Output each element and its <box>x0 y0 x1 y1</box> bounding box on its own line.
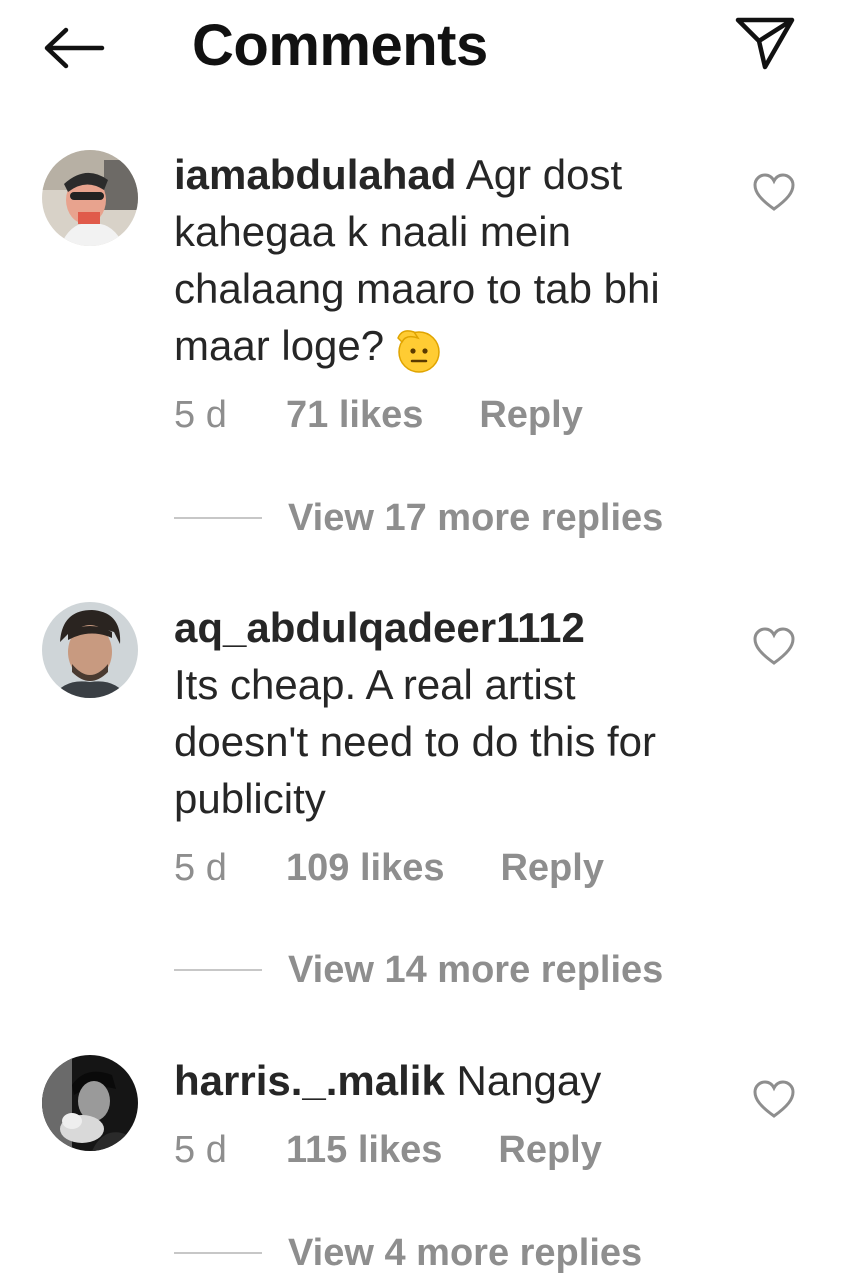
comment-timestamp: 5 d <box>174 394 227 436</box>
view-replies-label: View 14 more replies <box>288 949 664 991</box>
avatar[interactable] <box>42 1055 138 1151</box>
comment-username[interactable]: aq_abdulqadeer1112 <box>174 604 585 651</box>
share-button[interactable] <box>730 12 800 74</box>
likes-count[interactable]: 71 likes <box>286 390 423 440</box>
view-more-replies[interactable]: View 17 more replies <box>174 493 663 543</box>
reply-button[interactable]: Reply <box>479 390 582 440</box>
comment-username[interactable]: iamabdulahad <box>174 151 456 198</box>
heart-icon[interactable] <box>752 172 796 212</box>
arrow-left-icon <box>44 27 105 69</box>
comment-meta: 5 d 71 likes Reply <box>174 390 583 440</box>
paper-plane-icon <box>735 17 795 70</box>
page-title: Comments <box>192 13 488 78</box>
comment-username[interactable]: harris._.malik <box>174 1057 445 1104</box>
comment-text: Its cheap. A real artist doesn't need to… <box>174 661 657 822</box>
heart-icon[interactable] <box>752 626 796 666</box>
avatar-image <box>42 1055 138 1151</box>
avatar-image <box>42 150 138 246</box>
replies-divider <box>174 517 262 519</box>
avatar[interactable] <box>42 602 138 698</box>
comment-timestamp: 5 d <box>174 1129 227 1171</box>
comment-timestamp: 5 d <box>174 847 227 889</box>
reply-button[interactable]: Reply <box>498 1125 601 1175</box>
likes-count[interactable]: 115 likes <box>286 1125 442 1175</box>
comment-body: iamabdulahad Agr dost kahegaa k naali me… <box>174 146 714 374</box>
comment-meta: 5 d 109 likes Reply <box>174 843 604 893</box>
avatar-image <box>42 602 138 698</box>
avatar[interactable] <box>42 150 138 246</box>
comment-meta: 5 d 115 likes Reply <box>174 1125 602 1175</box>
heart-icon[interactable] <box>752 1079 796 1119</box>
comments-header: Comments <box>0 0 848 96</box>
replies-divider <box>174 969 262 971</box>
saluting-face-emoji <box>392 324 442 374</box>
replies-divider <box>174 1252 262 1254</box>
comment-text: Nangay <box>456 1057 602 1104</box>
view-replies-label: View 4 more replies <box>288 1232 643 1274</box>
view-more-replies[interactable]: View 14 more replies <box>174 945 663 995</box>
view-replies-label: View 17 more replies <box>288 497 664 539</box>
likes-count[interactable]: 109 likes <box>286 843 444 893</box>
comment-body: harris._.malik Nangay <box>174 1052 714 1109</box>
view-more-replies[interactable]: View 4 more replies <box>174 1228 642 1278</box>
comment-body: aq_abdulqadeer1112 Its cheap. A real art… <box>174 599 714 827</box>
reply-button[interactable]: Reply <box>500 843 603 893</box>
back-button[interactable] <box>40 22 108 74</box>
